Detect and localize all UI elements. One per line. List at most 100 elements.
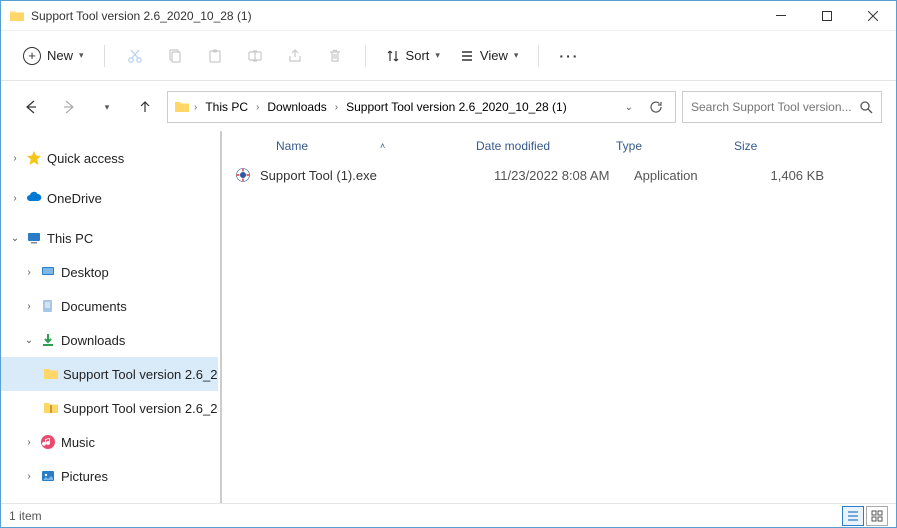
- status-bar: 1 item: [1, 503, 896, 527]
- tree-downloads[interactable]: ⌄Downloads: [1, 323, 218, 357]
- new-label: New: [47, 48, 73, 63]
- sort-icon: [386, 49, 400, 63]
- close-button[interactable]: [850, 1, 896, 31]
- view-icon: [460, 49, 474, 63]
- sort-label: Sort: [406, 48, 430, 63]
- nav-tree: ›Quick access ›OneDrive ⌄This PC ›Deskto…: [1, 131, 220, 503]
- zip-folder-icon: [43, 399, 59, 417]
- nav-bar: ▾ › This PC › Downloads › Support Tool v…: [1, 87, 896, 127]
- tree-st1[interactable]: Support Tool version 2.6_2020_10_28 (1): [1, 357, 218, 391]
- breadcrumb-this-pc[interactable]: This PC: [201, 98, 252, 116]
- tree-pictures[interactable]: ›Pictures: [1, 459, 218, 493]
- chevron-down-icon: ▾: [514, 50, 519, 61]
- chevron-right-icon[interactable]: ›: [9, 193, 21, 204]
- crumb-label: This PC: [205, 100, 248, 114]
- cut-button: [117, 40, 153, 72]
- tree-desktop[interactable]: ›Desktop: [1, 255, 218, 289]
- share-button: [277, 40, 313, 72]
- column-headers: Name˄ Date modified Type Size: [222, 131, 896, 161]
- copy-button: [157, 40, 193, 72]
- dots-icon: ···: [559, 48, 579, 64]
- tree-music[interactable]: ›Music: [1, 425, 218, 459]
- file-list: Name˄ Date modified Type Size Support To…: [220, 131, 896, 503]
- breadcrumb-current[interactable]: Support Tool version 2.6_2020_10_28 (1): [342, 98, 571, 116]
- separator: [365, 45, 366, 67]
- chevron-right-icon[interactable]: ›: [9, 153, 21, 164]
- tree-st2[interactable]: Support Tool version 2.6_2020_10_28: [1, 391, 218, 425]
- window-title: Support Tool version 2.6_2020_10_28 (1): [31, 9, 758, 23]
- ribbon-bar: New ▾ Sort ▾ View ▾ ···: [1, 31, 896, 81]
- sort-button[interactable]: Sort ▾: [378, 40, 448, 72]
- view-button[interactable]: View ▾: [452, 40, 526, 72]
- rename-button: [237, 40, 273, 72]
- file-date: 11/23/2022 8:08 AM: [494, 168, 634, 183]
- tree-this-pc[interactable]: ⌄This PC: [1, 221, 218, 255]
- file-size: 1,406 KB: [752, 168, 832, 183]
- pictures-icon: [39, 467, 57, 485]
- tree-documents[interactable]: ›Documents: [1, 289, 218, 323]
- main-area: ›Quick access ›OneDrive ⌄This PC ›Deskto…: [1, 131, 896, 503]
- chevron-down-icon: ▾: [435, 50, 440, 61]
- address-dropdown[interactable]: ⌄: [619, 102, 639, 113]
- tree-onedrive[interactable]: ›OneDrive: [1, 181, 218, 215]
- forward-button[interactable]: [53, 91, 85, 123]
- downloads-icon: [39, 331, 57, 349]
- sort-asc-icon: ˄: [380, 141, 385, 151]
- tree-quick-access[interactable]: ›Quick access: [1, 141, 218, 175]
- chevron-right-icon[interactable]: ›: [194, 102, 197, 113]
- exe-icon: [234, 166, 252, 184]
- col-type[interactable]: Type: [616, 139, 734, 153]
- pc-icon: [25, 229, 43, 247]
- plus-icon: [23, 47, 41, 65]
- delete-button: [317, 40, 353, 72]
- separator: [104, 45, 105, 67]
- col-date[interactable]: Date modified: [476, 139, 616, 153]
- window-folder-icon: [9, 8, 25, 24]
- col-size[interactable]: Size: [734, 139, 814, 153]
- back-button[interactable]: [15, 91, 47, 123]
- chevron-down-icon: ▾: [79, 50, 84, 61]
- col-name[interactable]: Name˄: [276, 139, 476, 153]
- chevron-right-icon[interactable]: ›: [256, 102, 259, 113]
- address-folder-icon: [174, 99, 190, 115]
- crumb-label: Downloads: [267, 100, 326, 114]
- chevron-down-icon[interactable]: ⌄: [9, 233, 21, 244]
- recent-button[interactable]: ▾: [91, 91, 123, 123]
- chevron-right-icon[interactable]: ›: [23, 471, 35, 482]
- chevron-down-icon: ▾: [105, 102, 110, 113]
- cloud-icon: [25, 189, 43, 207]
- tree-videos[interactable]: ›Videos: [1, 493, 218, 503]
- chevron-right-icon[interactable]: ›: [23, 301, 35, 312]
- crumb-label: Support Tool version 2.6_2020_10_28 (1): [346, 100, 567, 114]
- breadcrumb-downloads[interactable]: Downloads: [263, 98, 330, 116]
- maximize-button[interactable]: [804, 1, 850, 31]
- more-button[interactable]: ···: [551, 40, 587, 72]
- star-icon: [25, 149, 43, 167]
- details-view-button[interactable]: [842, 506, 864, 526]
- search-icon[interactable]: [859, 100, 873, 114]
- folder-icon: [43, 365, 59, 383]
- search-input[interactable]: [691, 100, 859, 114]
- file-name: Support Tool (1).exe: [260, 168, 494, 183]
- chevron-right-icon[interactable]: ›: [335, 102, 338, 113]
- separator: [538, 45, 539, 67]
- item-count: 1 item: [9, 509, 42, 523]
- chevron-right-icon[interactable]: ›: [23, 267, 35, 278]
- desktop-icon: [39, 263, 57, 281]
- chevron-right-icon[interactable]: ›: [23, 437, 35, 448]
- new-button[interactable]: New ▾: [15, 42, 92, 70]
- title-bar: Support Tool version 2.6_2020_10_28 (1): [1, 1, 896, 31]
- minimize-button[interactable]: [758, 1, 804, 31]
- refresh-button[interactable]: [643, 100, 669, 114]
- music-icon: [39, 433, 57, 451]
- up-button[interactable]: [129, 91, 161, 123]
- view-label: View: [480, 48, 508, 63]
- chevron-down-icon[interactable]: ⌄: [23, 335, 35, 346]
- file-row[interactable]: Support Tool (1).exe 11/23/2022 8:08 AM …: [222, 161, 896, 189]
- paste-button: [197, 40, 233, 72]
- search-box[interactable]: [682, 91, 882, 123]
- address-bar[interactable]: › This PC › Downloads › Support Tool ver…: [167, 91, 676, 123]
- documents-icon: [39, 297, 57, 315]
- thumbnails-view-button[interactable]: [866, 506, 888, 526]
- file-type: Application: [634, 168, 752, 183]
